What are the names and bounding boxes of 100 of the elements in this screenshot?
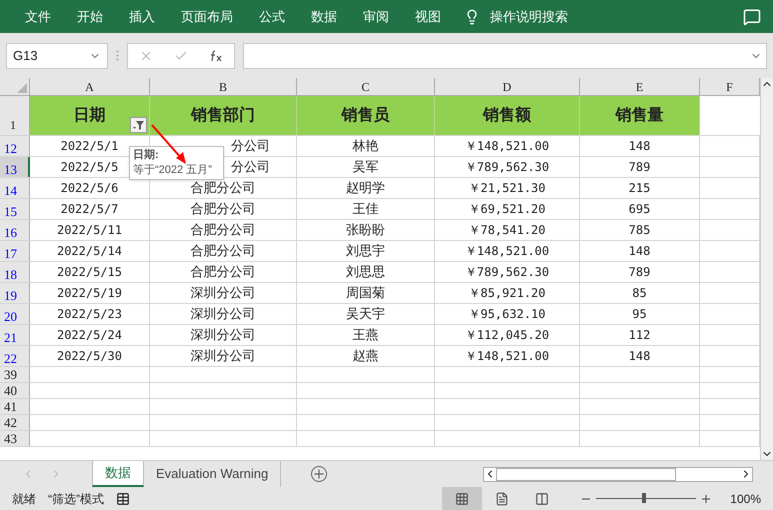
row-header[interactable]: 22 <box>0 346 30 366</box>
horizontal-scrollbar[interactable] <box>483 466 753 482</box>
table-cell-text: 148 <box>628 138 650 155</box>
table-cell-text: ￥21,521.30 <box>468 180 546 197</box>
column-header[interactable]: E <box>580 78 700 95</box>
page-icon <box>495 492 510 506</box>
header-cell-text: 销售员 <box>342 106 390 126</box>
column-header[interactable]: D <box>435 78 580 95</box>
ribbon-tab[interactable]: 数据 <box>298 6 350 26</box>
table-cell-text: ￥789,562.30 <box>464 264 550 281</box>
table-cell-text: 周国菊 <box>346 284 385 302</box>
vertical-scrollbar[interactable] <box>760 78 773 460</box>
table-cell-text: 85 <box>632 285 647 302</box>
ribbon-tab[interactable]: 开始 <box>64 6 116 26</box>
table-cell-text: ￥95,632.10 <box>468 306 546 323</box>
table-cell-text: ￥85,921.20 <box>468 285 546 302</box>
view-button[interactable] <box>442 487 482 510</box>
zoom-slider[interactable] <box>582 494 710 502</box>
table-cell-text: 深圳分公司 <box>190 326 256 344</box>
table-cell-text: ￥789,562.30 <box>464 159 550 176</box>
table-cell-text: 2022/5/23 <box>56 306 122 323</box>
table-cell-text: 148 <box>628 243 650 260</box>
table-cell-text: ￥78,541.20 <box>468 222 546 239</box>
sheet-tab[interactable]: 数据 <box>92 461 144 487</box>
tooltip-text: 等于“2022 五月” <box>133 163 213 178</box>
column-header[interactable]: C <box>297 78 435 95</box>
row-header[interactable]: 16 <box>0 220 30 240</box>
table-cell-text: 2022/5/24 <box>56 327 122 344</box>
table-cell-text: 2022/5/19 <box>56 285 122 302</box>
header-cell-text: 销售部门 <box>191 105 255 126</box>
ribbon-tab[interactable]: 文件 <box>12 6 64 26</box>
row-header[interactable]: 12 <box>0 136 30 156</box>
table-cell-text: 王佳 <box>352 200 378 218</box>
row-header[interactable]: 19 <box>0 283 30 303</box>
row-header[interactable]: 17 <box>0 241 30 261</box>
table-cell-text: 合肥分公司 <box>190 242 256 260</box>
table-cell-text: 吴天宇 <box>346 305 385 324</box>
table-cell-text: 215 <box>628 180 650 197</box>
row-header[interactable]: 41 <box>0 399 30 414</box>
table-cell-text: 789 <box>628 159 650 176</box>
sheet-tab[interactable]: Evaluation Warning <box>144 461 282 487</box>
tell-me-search[interactable]: 操作说明搜索 <box>490 6 568 26</box>
row-header[interactable]: 1 <box>0 96 30 135</box>
ribbon-tab[interactable]: 页面布局 <box>168 6 246 26</box>
table-cell-text: 赵明学 <box>346 179 385 198</box>
row-header[interactable]: 40 <box>0 383 30 398</box>
table-cell-text: 合肥分公司 <box>190 263 256 282</box>
add-sheet-icon[interactable] <box>311 466 328 482</box>
filter-button[interactable] <box>130 117 147 133</box>
row-header[interactable]: 43 <box>0 431 30 446</box>
table-cell-text: 分公司 <box>231 137 270 156</box>
table-cell-text: 789 <box>628 264 650 281</box>
formula-input[interactable] <box>243 42 767 68</box>
table-cell-text: 赵燕 <box>352 347 378 366</box>
row-header[interactable]: 21 <box>0 325 30 345</box>
grip-icon[interactable] <box>116 50 119 61</box>
row-header[interactable]: 15 <box>0 199 30 219</box>
row-header[interactable]: 14 <box>0 178 30 198</box>
table-cell-text: 2022/5/7 <box>60 201 118 218</box>
comment-icon[interactable] <box>743 8 761 26</box>
row-header[interactable]: 13 <box>0 157 30 177</box>
table-cell-text: ￥148,521.00 <box>464 348 550 365</box>
table-cell-text: 785 <box>628 222 650 239</box>
column-header[interactable]: A <box>30 78 150 95</box>
row-header[interactable]: 20 <box>0 304 30 324</box>
table-cell-text: 刘思宇 <box>346 242 385 260</box>
table-cell-text: 2022/5/14 <box>56 243 122 260</box>
column-header[interactable]: B <box>150 78 297 95</box>
row-header[interactable]: 42 <box>0 415 30 430</box>
status-ready: 就绪 <box>12 490 36 508</box>
zoom-level[interactable]: 100% <box>730 490 761 508</box>
table-cell-text: 王燕 <box>352 326 378 344</box>
name-box[interactable]: G13 <box>6 42 108 68</box>
ribbon-tab[interactable]: 公式 <box>246 6 298 26</box>
ribbon-tab[interactable]: 视图 <box>402 6 454 26</box>
table-cell-text: 分公司 <box>231 158 270 176</box>
zoom-in-icon[interactable] <box>702 494 710 502</box>
table-cell-text: 深圳分公司 <box>190 284 256 302</box>
grid-icon <box>455 492 470 506</box>
row-header[interactable]: 18 <box>0 262 30 282</box>
table-cell-text: 2022/5/30 <box>56 348 122 365</box>
table-cell-text: 合肥分公司 <box>190 200 256 218</box>
table-cell-text: 林艳 <box>352 137 378 156</box>
table-cell-text: 2022/5/6 <box>60 180 118 197</box>
macro-icon[interactable] <box>116 492 130 506</box>
ribbon-tab[interactable]: 插入 <box>116 6 168 26</box>
ribbon-tab[interactable]: 审阅 <box>350 6 402 26</box>
table-cell-text: ￥69,521.20 <box>468 201 546 218</box>
filter-mode: “筛选”模式 <box>48 490 104 508</box>
function-icon[interactable] <box>209 50 224 62</box>
table-cell-text: 合肥分公司 <box>190 221 256 240</box>
columns-icon <box>535 492 550 506</box>
table-cell-text: 吴军 <box>352 158 378 176</box>
table-cell-text: ￥148,521.00 <box>464 138 550 155</box>
table-cell-text: 张盼盼 <box>346 221 385 240</box>
table-cell-text: ￥148,521.00 <box>464 243 550 260</box>
table-cell-text: 2022/5/11 <box>56 222 122 239</box>
row-header[interactable]: 39 <box>0 367 30 382</box>
table-cell-text: 深圳分公司 <box>190 305 256 324</box>
table-cell-text: 合肥分公司 <box>190 179 256 198</box>
